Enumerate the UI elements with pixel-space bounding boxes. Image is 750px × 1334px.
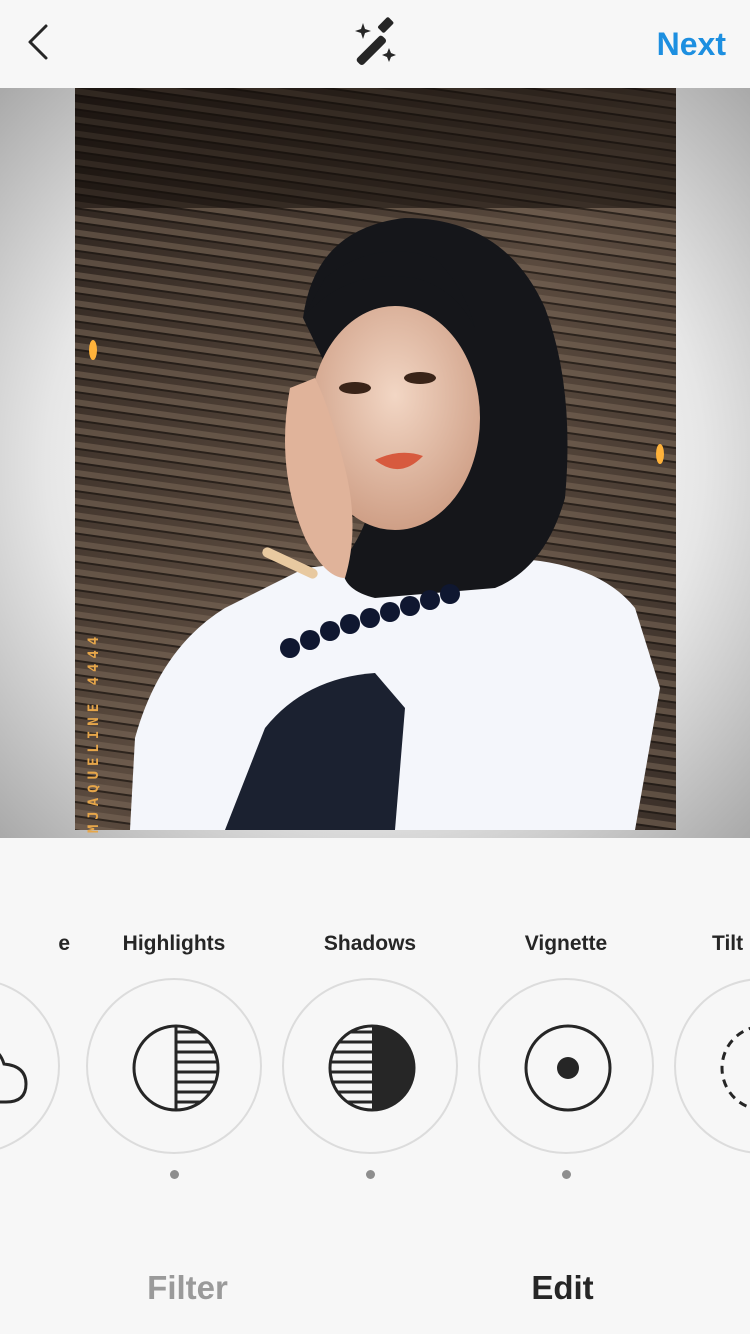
tool-modified-dot <box>366 1170 375 1179</box>
top-bar: Next <box>0 0 750 88</box>
next-button[interactable]: Next <box>657 26 726 62</box>
photo-preview <box>75 88 676 830</box>
tab-edit[interactable]: Edit <box>375 1268 750 1308</box>
tilt-shift-icon <box>720 1026 750 1110</box>
tool-label: Tilt <box>712 932 744 955</box>
bottom-tabs: Filter Edit <box>0 1244 750 1334</box>
tool-modified-dot <box>562 1170 571 1179</box>
photo-preview-area: IAMJAQUELINE 4444 <box>0 88 750 838</box>
tool-label: e <box>58 932 70 955</box>
photo-watermark: IAMJAQUELINE 4444 <box>86 631 102 838</box>
edit-tools-strip[interactable]: e Highlights Shadows Vignette Tilt <box>0 838 750 1208</box>
tool-circle <box>86 978 262 1154</box>
shadows-icon <box>328 1024 416 1112</box>
tool-label: Highlights <box>122 932 226 955</box>
tool-circle <box>478 978 654 1154</box>
tool-shadows[interactable]: Shadows <box>272 930 468 1190</box>
tool-tilt-shift[interactable]: Tilt <box>664 930 750 1190</box>
magic-wand-icon <box>355 17 396 66</box>
vignette-icon <box>524 1024 612 1112</box>
tool-circle <box>0 978 60 1154</box>
chevron-left-icon <box>28 24 48 60</box>
tool-label: Vignette <box>524 932 608 955</box>
tool-circle <box>674 978 750 1154</box>
tab-filter[interactable]: Filter <box>0 1268 375 1308</box>
tool-circle <box>282 978 458 1154</box>
lux-button[interactable] <box>345 14 407 76</box>
tool-highlights[interactable]: Highlights <box>76 930 272 1190</box>
back-button[interactable] <box>18 18 62 66</box>
tool-structure[interactable]: e <box>0 930 70 1190</box>
tool-vignette[interactable]: Vignette <box>468 930 664 1190</box>
structure-icon <box>0 1053 28 1104</box>
tool-modified-dot <box>170 1170 179 1179</box>
highlights-icon <box>132 1024 220 1112</box>
tool-label: Shadows <box>323 932 417 955</box>
